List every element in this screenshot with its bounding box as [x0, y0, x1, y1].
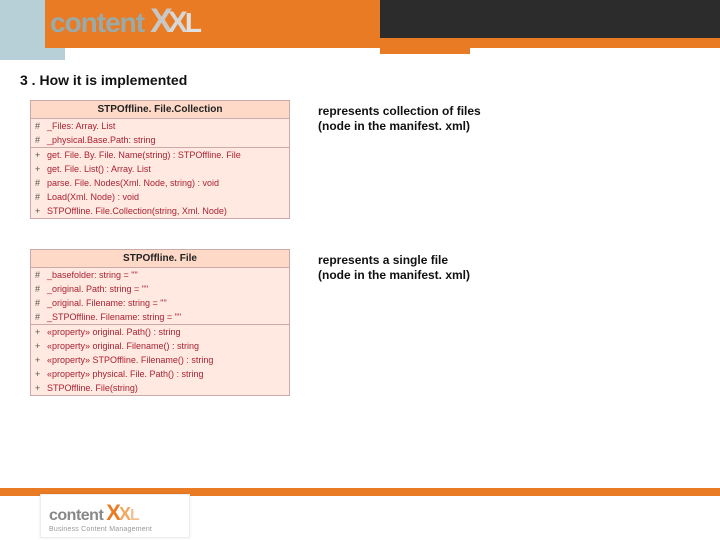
- brand-text: content: [50, 7, 144, 39]
- header: content X X L: [0, 0, 720, 60]
- uml-attributes: #_basefolder: string = "" #_original. Pa…: [31, 268, 289, 325]
- uml-operation: #parse. File. Nodes(Xml. Node, string) :…: [31, 176, 289, 190]
- uml-attribute: #_basefolder: string = "": [31, 268, 289, 282]
- uml-description-line: represents collection of files: [318, 104, 598, 119]
- footer: content X X L Business Content Managemen…: [0, 488, 720, 540]
- uml-attributes: #_Files: Array. List #_physical.Base.Pat…: [31, 119, 289, 148]
- header-orange-tab: [380, 38, 470, 54]
- uml-operation: +«property» original. Filename() : strin…: [31, 339, 289, 353]
- uml-operations: +«property» original. Path() : string +«…: [31, 325, 289, 395]
- uml-attribute: #_Files: Array. List: [31, 119, 289, 133]
- uml-attribute: #_physical.Base.Path: string: [31, 133, 289, 147]
- uml-class-box: STPOffline. File.Collection #_Files: Arr…: [30, 100, 290, 219]
- uml-description-line: represents a single file: [318, 253, 598, 268]
- uml-operation: +«property» STPOffline. Filename() : str…: [31, 353, 289, 367]
- uml-class-name: STPOffline. File: [31, 250, 289, 268]
- uml-class-box: STPOffline. File #_basefolder: string = …: [30, 249, 290, 396]
- uml-attribute: #_original. Path: string = "": [31, 282, 289, 296]
- brand-logo-top: content X X L: [50, 2, 201, 41]
- uml-operations: +get. File. By. File. Name(string) : STP…: [31, 148, 289, 218]
- uml-operation: #Load(Xml. Node) : void: [31, 190, 289, 204]
- uml-operation: +get. File. By. File. Name(string) : STP…: [31, 148, 289, 162]
- uml-description: represents collection of files (node in …: [318, 100, 598, 134]
- uml-row: STPOffline. File.Collection #_Files: Arr…: [30, 100, 690, 219]
- slide-title: 3 . How it is implemented: [20, 72, 187, 88]
- header-light-block: [0, 0, 45, 60]
- uml-operation: +«property» original. Path() : string: [31, 325, 289, 339]
- uml-operation: +get. File. List() : Array. List: [31, 162, 289, 176]
- uml-attribute: #_original. Filename: string = "": [31, 296, 289, 310]
- content-area: STPOffline. File.Collection #_Files: Arr…: [30, 100, 690, 426]
- uml-operation: +STPOffline. File.Collection(string, Xml…: [31, 204, 289, 218]
- uml-description: represents a single file (node in the ma…: [318, 249, 598, 283]
- uml-row: STPOffline. File #_basefolder: string = …: [30, 249, 690, 396]
- uml-operation: +«property» physical. File. Path() : str…: [31, 367, 289, 381]
- uml-operation: +STPOffline. File(string): [31, 381, 289, 395]
- footer-tagline: Business Content Management: [49, 526, 181, 533]
- uml-attribute: #_STPOffline. Filename: string = "": [31, 310, 289, 324]
- uml-class-name: STPOffline. File.Collection: [31, 101, 289, 119]
- brand-l: L: [185, 7, 201, 39]
- footer-brand-l: L: [130, 507, 140, 525]
- uml-description-line: (node in the manifest. xml): [318, 268, 598, 283]
- uml-description-line: (node in the manifest. xml): [318, 119, 598, 134]
- footer-logo: content X X L Business Content Managemen…: [40, 494, 190, 538]
- footer-brand-text: content: [49, 507, 103, 525]
- header-light-block-2: [45, 48, 65, 60]
